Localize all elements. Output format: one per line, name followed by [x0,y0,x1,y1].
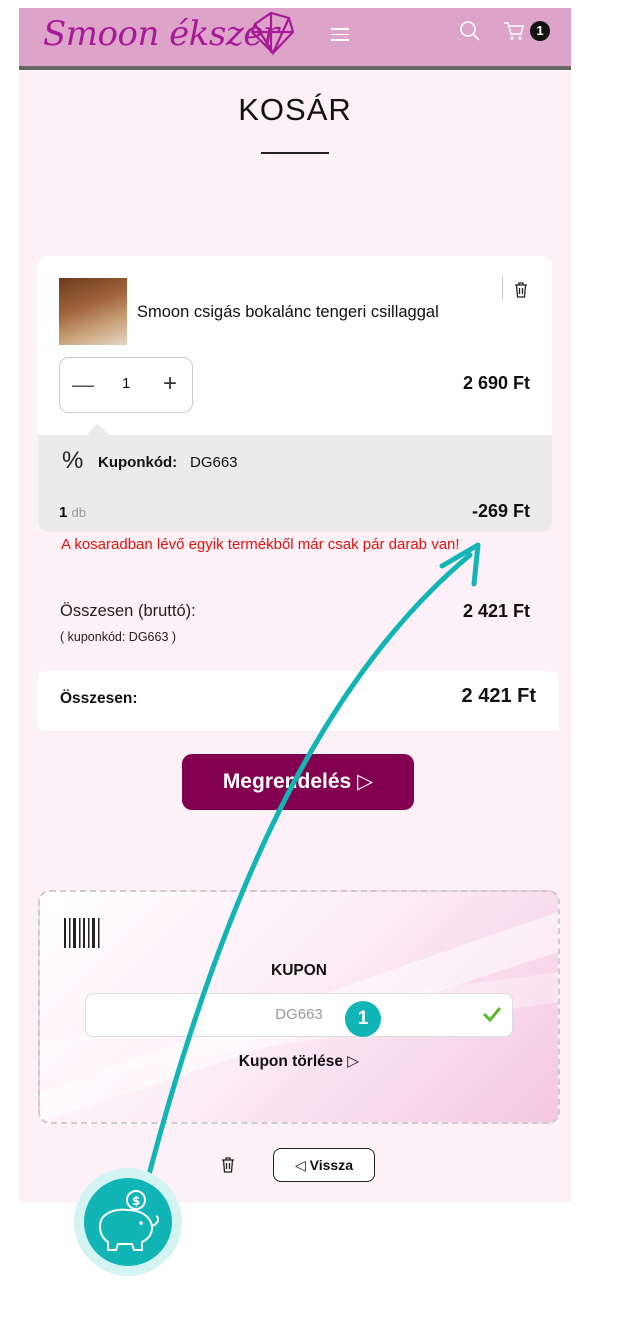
piggy-bank-icon: $ [98,1190,160,1251]
annotation-step-badge: 1 [345,1001,381,1037]
annotation-arrow [142,542,481,1193]
svg-text:$: $ [132,1194,140,1208]
piggy-bank-badge[interactable]: $ [74,1168,182,1276]
